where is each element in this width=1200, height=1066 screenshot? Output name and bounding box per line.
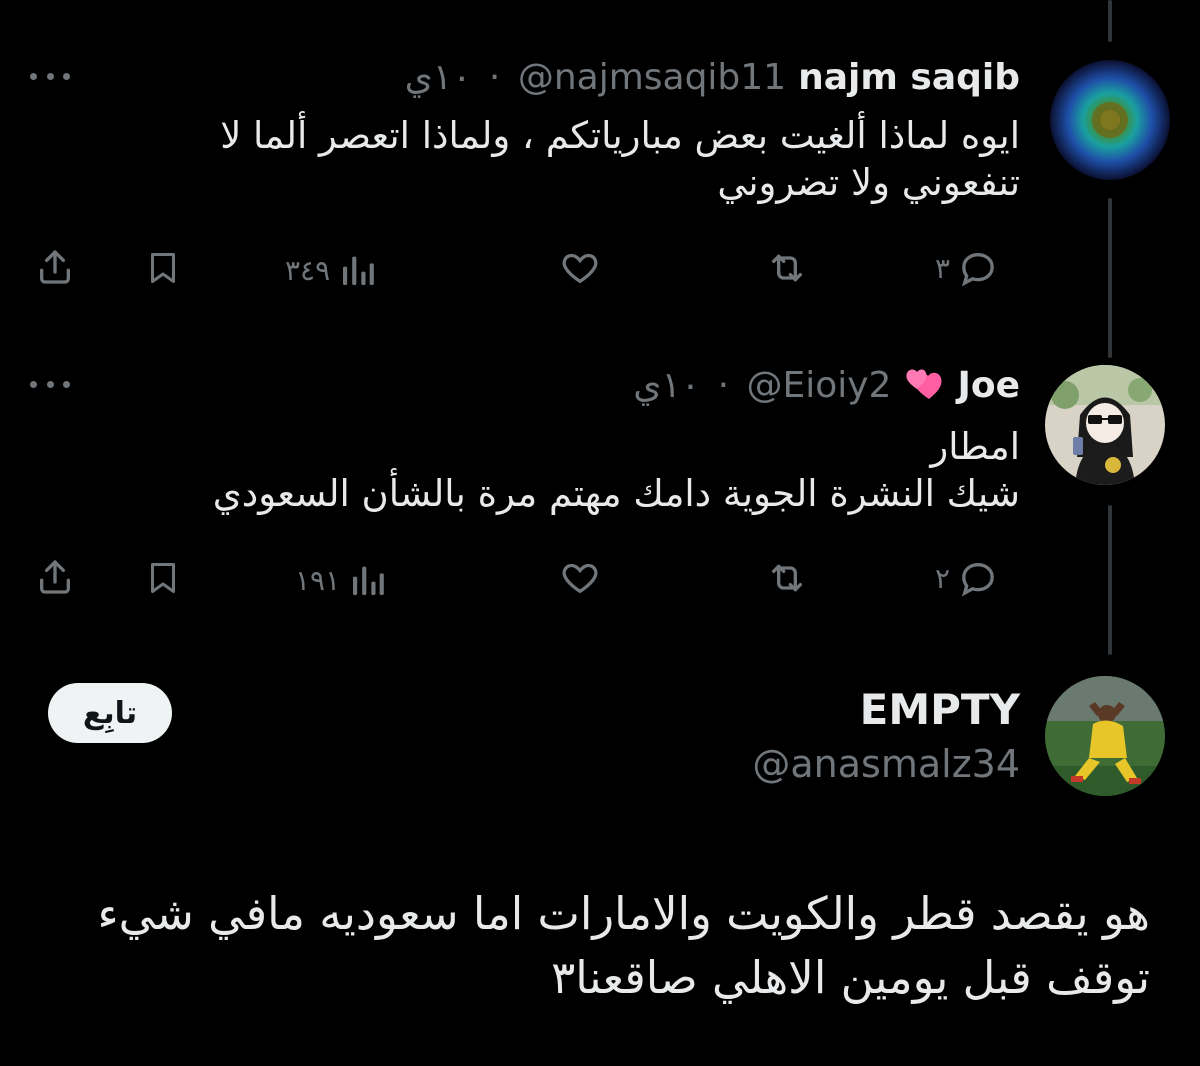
more-icon[interactable] xyxy=(30,66,70,86)
reply-button[interactable]: ٣ xyxy=(935,248,998,288)
reply-icon xyxy=(962,562,994,597)
reply-2-text: امطار شيك النشرة الجوية دامك مهتم مرة با… xyxy=(212,425,1020,515)
views-count: ١٩١ xyxy=(295,563,341,597)
two-hearts-icon xyxy=(903,365,947,405)
share-icon xyxy=(40,560,71,594)
follow-button[interactable]: تابِع xyxy=(48,683,172,743)
avatar-empty[interactable] xyxy=(1045,676,1165,796)
avatar-najm-saqib[interactable] xyxy=(1050,60,1170,180)
bookmark-icon xyxy=(151,563,175,593)
bookmark-icon xyxy=(151,253,175,283)
author-handle[interactable]: ١٠ي · @najmsaqib11 xyxy=(405,57,787,98)
like-icon xyxy=(562,253,598,284)
views-button[interactable]: ٣٤٩ xyxy=(285,250,378,290)
author-name[interactable]: EMPTY xyxy=(860,685,1020,734)
retweet-icon xyxy=(772,254,802,282)
like-button[interactable] xyxy=(558,558,602,598)
separator: · xyxy=(717,364,730,406)
author-handle[interactable]: ١٠ي · @Eioiy2 xyxy=(633,365,891,406)
reply-button[interactable]: ٢ xyxy=(935,558,998,598)
share-button[interactable] xyxy=(35,556,75,598)
retweet-button[interactable] xyxy=(765,248,809,288)
views-icon xyxy=(343,256,374,285)
like-button[interactable] xyxy=(558,248,602,288)
more-icon[interactable] xyxy=(30,374,70,394)
bookmark-button[interactable] xyxy=(145,558,181,598)
like-icon xyxy=(562,563,598,594)
retweet-button[interactable] xyxy=(765,558,809,598)
views-count: ٣٤٩ xyxy=(285,253,331,287)
reply-icon xyxy=(962,252,994,287)
reply-2-header: Joe ١٠ي · @Eioiy2 xyxy=(633,360,1020,410)
reply-count: ٢ xyxy=(935,561,951,595)
thread-line-top xyxy=(1108,0,1112,42)
views-button[interactable]: ١٩١ xyxy=(295,560,388,600)
author-name[interactable]: najm saqib xyxy=(798,57,1020,98)
author-name[interactable]: Joe xyxy=(957,365,1020,406)
separator: · xyxy=(488,56,501,98)
avatar-joe[interactable] xyxy=(1045,365,1165,485)
thread-line-middle xyxy=(1108,198,1112,358)
views-icon xyxy=(353,566,384,595)
time-text: ١٠ي xyxy=(404,56,472,98)
bookmark-button[interactable] xyxy=(145,248,181,288)
author-handle[interactable]: @anasmalz34 xyxy=(752,742,1020,786)
thread-line-bottom xyxy=(1108,505,1112,655)
share-button[interactable] xyxy=(35,246,75,288)
main-tweet-text: هو يقصد قطر والكويت والامارات اما سعوديه… xyxy=(97,887,1150,1004)
reply-count: ٣ xyxy=(935,251,951,285)
share-icon xyxy=(40,250,71,284)
handle-text: @najmsaqib11 xyxy=(517,56,787,98)
handle-text: @Eioiy2 xyxy=(746,364,892,406)
reply-1-header: najm saqib ١٠ي · @najmsaqib11 xyxy=(405,52,1020,102)
time-text: ١٠ي xyxy=(633,364,701,406)
reply-1-text: ايوه لماذا ألغيت بعض مبارياتكم ، ولماذا … xyxy=(220,114,1020,204)
retweet-icon xyxy=(772,564,802,592)
